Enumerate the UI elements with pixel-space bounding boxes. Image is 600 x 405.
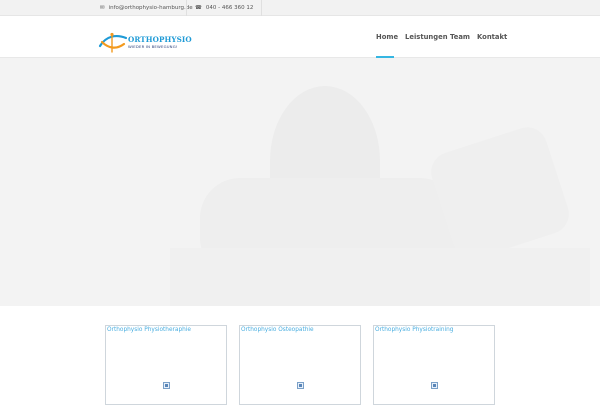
service-card-osteopathie[interactable]: Orthophysio Osteopathie xyxy=(239,325,361,405)
phone-icon: ☎ xyxy=(195,5,202,11)
nav-team[interactable]: Team xyxy=(450,33,470,41)
phone-text[interactable]: 040 - 466 360 12 xyxy=(206,5,253,11)
top-contact-bar: ✉ info@orthophysio-hamburg.de ☎ 040 - 46… xyxy=(0,0,600,16)
nav-home[interactable]: Home xyxy=(376,33,398,41)
logo-title: ORTHOPHYSIO xyxy=(128,35,192,44)
broken-image-icon xyxy=(163,382,170,389)
email-text[interactable]: info@orthophysio-hamburg.de xyxy=(109,5,193,11)
service-card-physiotraining[interactable]: Orthophysio Physiotraining xyxy=(373,325,495,405)
card-title[interactable]: Orthophysio Osteopathie xyxy=(241,327,314,333)
service-card-physiotherapie[interactable]: Orthophysio Physiotheraphie xyxy=(105,325,227,405)
hero-image-table xyxy=(170,248,590,306)
service-cards: Orthophysio Physiotheraphie Orthophysio … xyxy=(0,306,600,405)
hero-banner xyxy=(0,58,600,306)
broken-image-icon xyxy=(431,382,438,389)
card-title[interactable]: Orthophysio Physiotheraphie xyxy=(107,327,191,333)
site-logo[interactable]: ORTHOPHYSIO WIEDER IN BEWEGUNG! xyxy=(98,32,192,54)
phone-contact[interactable]: ☎ 040 - 466 360 12 xyxy=(186,0,263,16)
envelope-icon: ✉ xyxy=(100,5,105,11)
logo-subtitle: WIEDER IN BEWEGUNG! xyxy=(128,44,178,49)
email-contact[interactable]: ✉ info@orthophysio-hamburg.de xyxy=(96,0,197,16)
logo-swoosh-icon xyxy=(98,32,128,53)
nav-kontakt[interactable]: Kontakt xyxy=(477,33,507,41)
site-header: ORTHOPHYSIO WIEDER IN BEWEGUNG! Home Lei… xyxy=(0,16,600,58)
card-title[interactable]: Orthophysio Physiotraining xyxy=(375,327,453,333)
nav-leistungen[interactable]: Leistungen xyxy=(405,33,448,41)
broken-image-icon xyxy=(297,382,304,389)
